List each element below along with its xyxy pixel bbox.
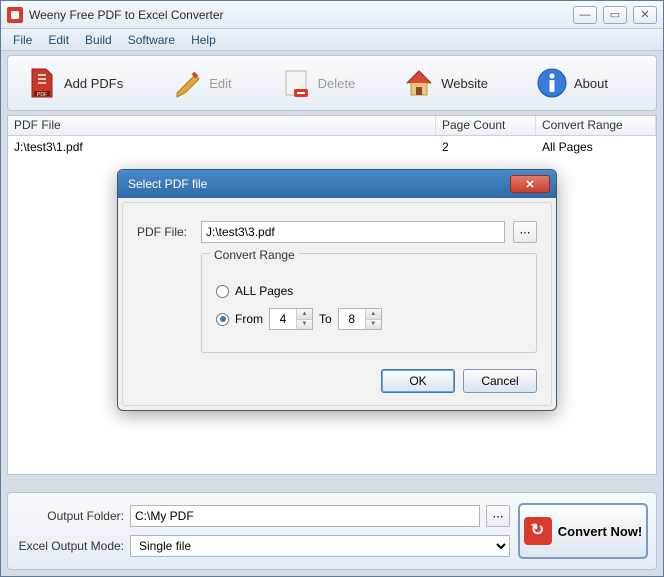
- col-pdf-file[interactable]: PDF File: [8, 116, 436, 135]
- delete-label: Delete: [318, 76, 356, 91]
- window-title: Weeny Free PDF to Excel Converter: [29, 8, 573, 22]
- info-icon: [536, 67, 568, 99]
- convert-range-group: Convert Range ALL Pages From ▲ ▼ To: [201, 253, 537, 353]
- dialog-titlebar: Select PDF file ✕: [118, 170, 556, 198]
- delete-button[interactable]: Delete: [270, 63, 366, 103]
- from-up-button[interactable]: ▲: [297, 309, 312, 320]
- from-label: From: [235, 312, 263, 326]
- convert-icon: [524, 517, 552, 545]
- convert-range-legend: Convert Range: [210, 248, 299, 262]
- pencil-icon: [171, 67, 203, 99]
- pdf-icon: PDF: [26, 67, 58, 99]
- edit-button[interactable]: Edit: [161, 63, 241, 103]
- table-header: PDF File Page Count Convert Range: [8, 116, 656, 136]
- menu-help[interactable]: Help: [183, 31, 224, 49]
- radio-from-row[interactable]: From ▲ ▼ To ▲ ▼: [216, 308, 522, 330]
- radio-all-pages-row[interactable]: ALL Pages: [216, 284, 522, 298]
- col-convert-range[interactable]: Convert Range: [536, 116, 656, 135]
- output-mode-label: Excel Output Mode:: [16, 539, 124, 553]
- from-value[interactable]: [270, 309, 296, 329]
- radio-from[interactable]: [216, 313, 229, 326]
- add-pdfs-label: Add PDFs: [64, 76, 123, 91]
- dialog-close-button[interactable]: ✕: [510, 175, 550, 193]
- pdf-file-input[interactable]: [201, 221, 505, 243]
- dialog-title: Select PDF file: [124, 177, 510, 191]
- col-page-count[interactable]: Page Count: [436, 116, 536, 135]
- output-mode-select[interactable]: Single file: [130, 535, 510, 557]
- toolbar: PDF Add PDFs Edit Delete Website About: [7, 55, 657, 111]
- cancel-button[interactable]: Cancel: [463, 369, 537, 393]
- website-label: Website: [441, 76, 488, 91]
- to-up-button[interactable]: ▲: [366, 309, 381, 320]
- to-value[interactable]: [339, 309, 365, 329]
- menu-edit[interactable]: Edit: [40, 31, 77, 49]
- minimize-button[interactable]: —: [573, 6, 597, 24]
- edit-label: Edit: [209, 76, 231, 91]
- menu-software[interactable]: Software: [120, 31, 183, 49]
- browse-pdf-button[interactable]: ⋯: [513, 221, 537, 243]
- output-folder-label: Output Folder:: [16, 509, 124, 523]
- home-icon: [403, 67, 435, 99]
- svg-text:PDF: PDF: [37, 92, 47, 98]
- to-down-button[interactable]: ▼: [366, 320, 381, 330]
- close-button[interactable]: ✕: [633, 6, 657, 24]
- ok-button[interactable]: OK: [381, 369, 455, 393]
- cell-file: J:\test3\1.pdf: [8, 138, 436, 156]
- maximize-button[interactable]: ▭: [603, 6, 627, 24]
- to-label: To: [319, 312, 332, 326]
- to-spinner[interactable]: ▲ ▼: [338, 308, 382, 330]
- from-spinner[interactable]: ▲ ▼: [269, 308, 313, 330]
- menubar: File Edit Build Software Help: [1, 29, 663, 51]
- menu-file[interactable]: File: [5, 31, 40, 49]
- output-folder-input[interactable]: [130, 505, 480, 527]
- browse-output-button[interactable]: ⋯: [486, 505, 510, 527]
- select-pdf-dialog: Select PDF file ✕ PDF File: ⋯ Convert Ra…: [117, 169, 557, 411]
- about-button[interactable]: About: [526, 63, 618, 103]
- delete-icon: [280, 67, 312, 99]
- website-button[interactable]: Website: [393, 63, 498, 103]
- table-row[interactable]: J:\test3\1.pdf 2 All Pages: [8, 136, 656, 158]
- cell-pages: 2: [436, 138, 536, 156]
- cell-range: All Pages: [536, 138, 656, 156]
- from-down-button[interactable]: ▼: [297, 320, 312, 330]
- bottom-panel: Output Folder: ⋯ Excel Output Mode: Sing…: [7, 492, 657, 570]
- app-icon: [7, 7, 23, 23]
- menu-build[interactable]: Build: [77, 31, 120, 49]
- about-label: About: [574, 76, 608, 91]
- pdf-file-label: PDF File:: [137, 225, 193, 239]
- titlebar: Weeny Free PDF to Excel Converter — ▭ ✕: [1, 1, 663, 29]
- convert-now-button[interactable]: Convert Now!: [518, 503, 648, 559]
- radio-all-pages[interactable]: [216, 285, 229, 298]
- add-pdfs-button[interactable]: PDF Add PDFs: [16, 63, 133, 103]
- all-pages-label: ALL Pages: [235, 284, 293, 298]
- convert-label: Convert Now!: [558, 524, 643, 539]
